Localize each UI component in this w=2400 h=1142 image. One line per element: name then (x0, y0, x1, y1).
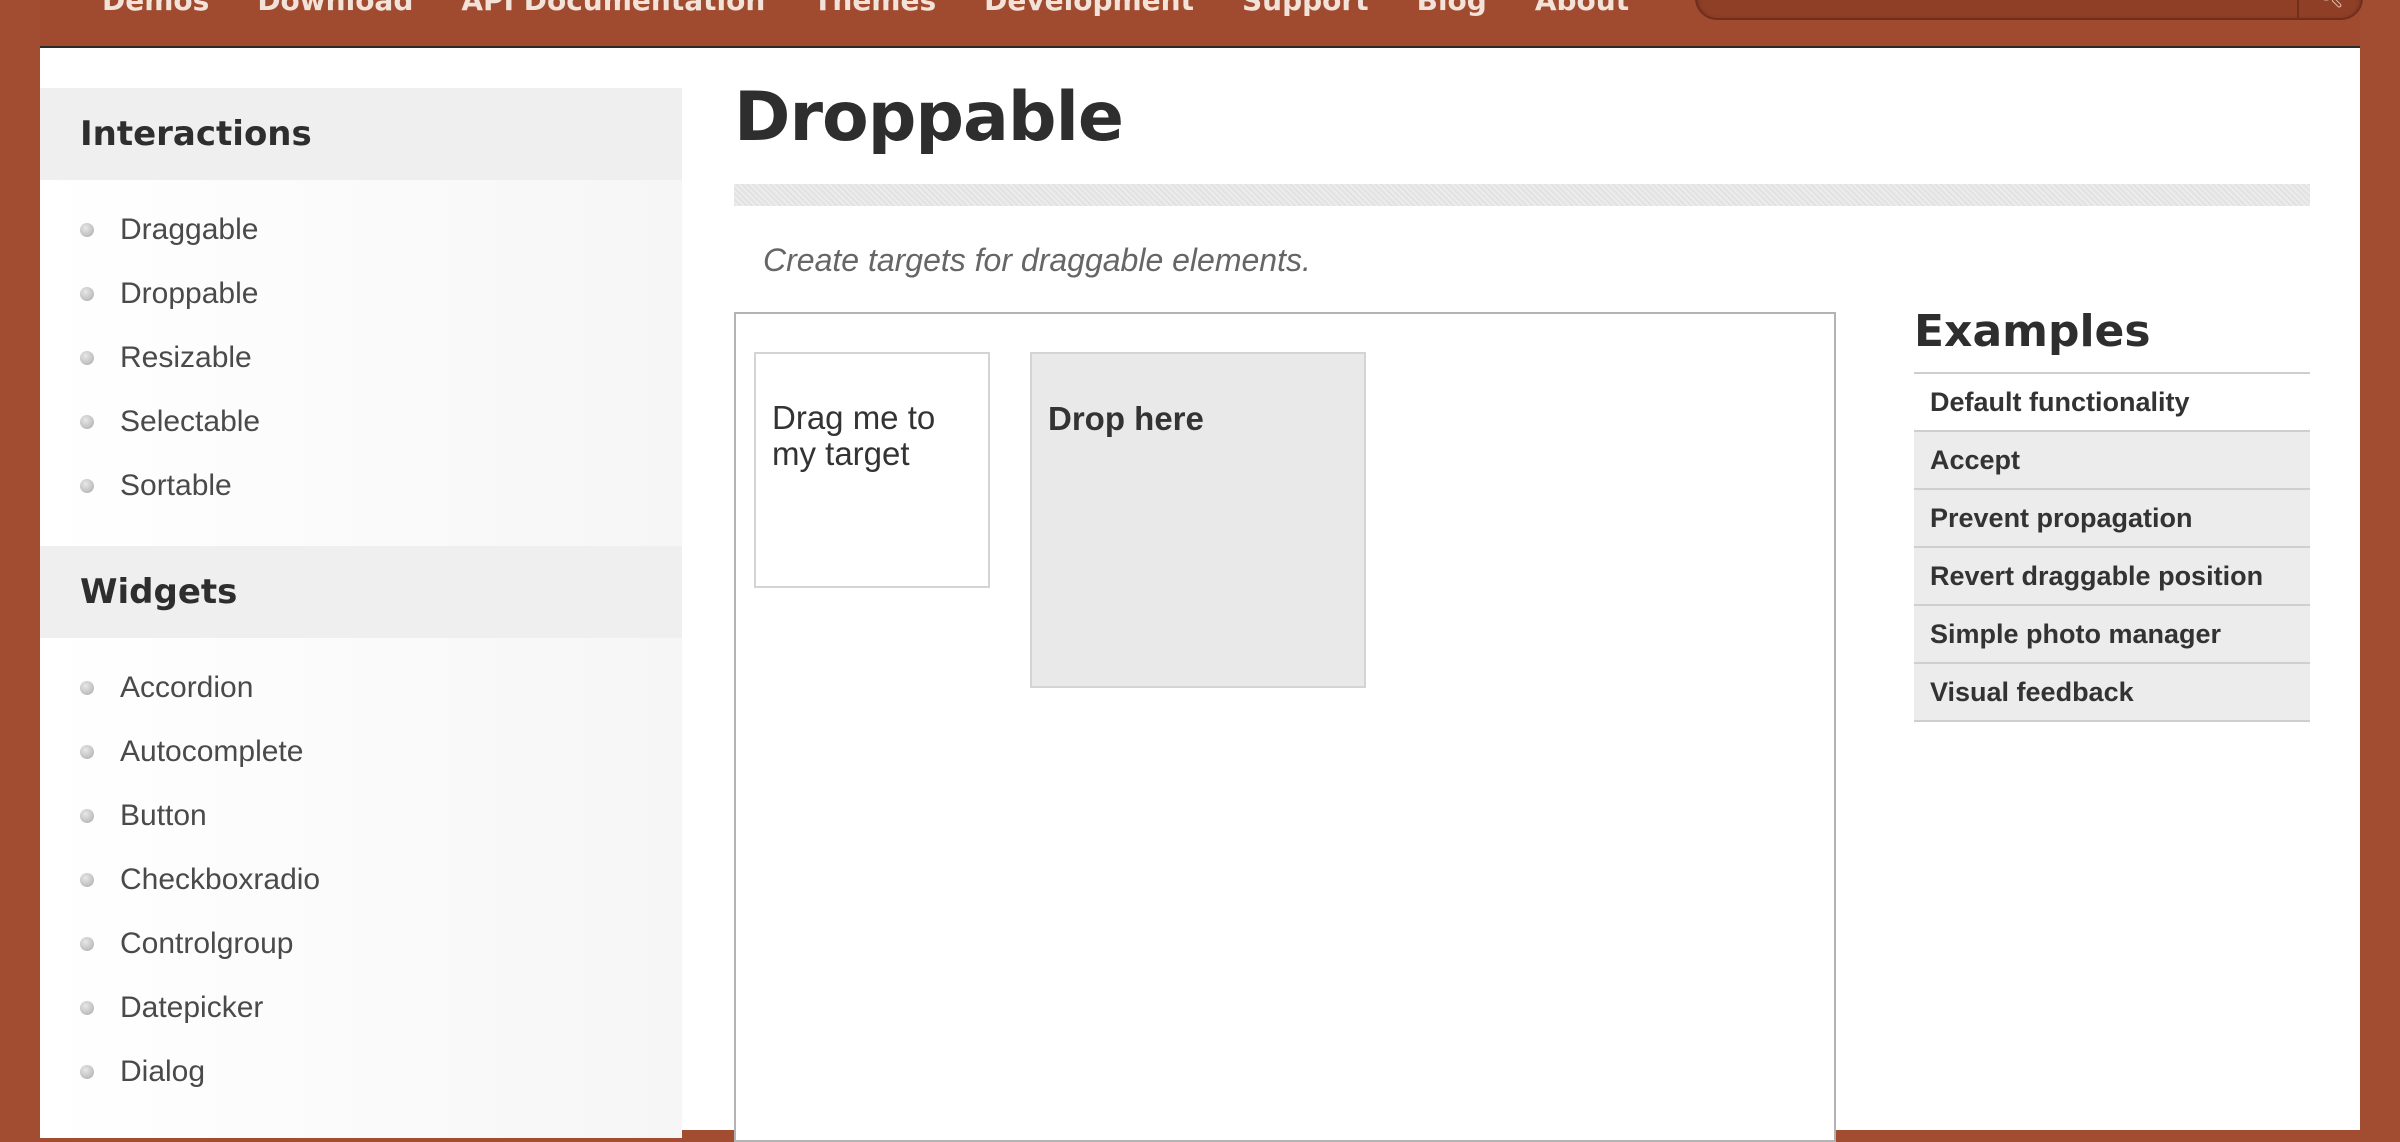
sidebar-item-dialog[interactable]: Dialog (40, 1040, 682, 1104)
sidebar-item-label[interactable]: Droppable (120, 277, 258, 311)
droppable-label: Drop here (1048, 400, 1204, 437)
search-button[interactable]: 🔍︎ (2297, 0, 2361, 18)
example-accept[interactable]: Accept (1914, 432, 2310, 490)
sidebar-item-autocomplete[interactable]: Autocomplete (40, 720, 682, 784)
sidebar-item-label[interactable]: Accordion (120, 671, 253, 705)
main-nav: Demos Download API Documentation Themes … (102, 0, 1629, 17)
example-simple-photo-manager[interactable]: Simple photo manager (1914, 606, 2310, 664)
search-input[interactable]: 🔍︎ (1695, 0, 2363, 20)
nav-about-link[interactable]: About (1535, 0, 1629, 17)
bullet-icon (80, 873, 94, 887)
sidebar-item-label[interactable]: Datepicker (120, 991, 263, 1025)
bullet-icon (80, 415, 94, 429)
sidebar-item-selectable[interactable]: Selectable (40, 390, 682, 454)
sidebar-item-label[interactable]: Draggable (120, 213, 258, 247)
sidebar: Interactions Draggable Droppable Resizab… (40, 88, 682, 1138)
example-default-functionality[interactable]: Default functionality (1914, 374, 2310, 432)
nav-blog-link[interactable]: Blog (1417, 0, 1487, 17)
sidebar-item-controlgroup[interactable]: Controlgroup (40, 912, 682, 976)
sidebar-item-label[interactable]: Sortable (120, 469, 232, 503)
sidebar-item-label[interactable]: Dialog (120, 1055, 205, 1089)
page-title: Droppable (734, 78, 1124, 157)
bullet-icon (80, 351, 94, 365)
examples-list: Default functionality Accept Prevent pro… (1914, 374, 2310, 722)
sidebar-heading-widgets: Widgets (40, 546, 682, 638)
examples-heading: Examples (1914, 304, 2310, 374)
example-revert-draggable-position[interactable]: Revert draggable position (1914, 548, 2310, 606)
nav-themes-link[interactable]: Themes (813, 0, 936, 17)
sidebar-list-widgets: Accordion Autocomplete Button Checkboxra… (40, 638, 682, 1132)
bullet-icon (80, 745, 94, 759)
sidebar-item-resizable[interactable]: Resizable (40, 326, 682, 390)
sidebar-item-label[interactable]: Resizable (120, 341, 252, 375)
sidebar-item-label[interactable]: Controlgroup (120, 927, 293, 961)
example-prevent-propagation[interactable]: Prevent propagation (1914, 490, 2310, 548)
sidebar-list-interactions: Draggable Droppable Resizable Selectable… (40, 180, 682, 546)
nav-api-documentation-link[interactable]: API Documentation (461, 0, 765, 17)
demo-frame: Drag me to my target Drop here (734, 312, 1836, 1142)
sidebar-item-label[interactable]: Selectable (120, 405, 260, 439)
nav-development-link[interactable]: Development (984, 0, 1194, 17)
bullet-icon (80, 223, 94, 237)
bullet-icon (80, 479, 94, 493)
page-container: Interactions Draggable Droppable Resizab… (40, 48, 2360, 1142)
nav-demos-link[interactable]: Demos (102, 0, 209, 17)
sidebar-item-droppable[interactable]: Droppable (40, 262, 682, 326)
sidebar-item-datepicker[interactable]: Datepicker (40, 976, 682, 1040)
top-navigation-bar: Demos Download API Documentation Themes … (40, 0, 2363, 48)
page-subtitle: Create targets for draggable elements. (763, 242, 1311, 278)
examples-panel: Examples Default functionality Accept Pr… (1914, 304, 2310, 722)
example-visual-feedback[interactable]: Visual feedback (1914, 664, 2310, 722)
droppable-target[interactable]: Drop here (1030, 352, 1366, 688)
sidebar-item-accordion[interactable]: Accordion (40, 656, 682, 720)
bullet-icon (80, 681, 94, 695)
bullet-icon (80, 937, 94, 951)
sidebar-item-button[interactable]: Button (40, 784, 682, 848)
sidebar-item-sortable[interactable]: Sortable (40, 454, 682, 518)
search-icon: 🔍︎ (2316, 0, 2344, 9)
sidebar-item-label[interactable]: Button (120, 799, 207, 833)
title-divider (734, 184, 2310, 206)
sidebar-item-label[interactable]: Checkboxradio (120, 863, 320, 897)
bullet-icon (80, 287, 94, 301)
sidebar-item-checkboxradio[interactable]: Checkboxradio (40, 848, 682, 912)
sidebar-item-label[interactable]: Autocomplete (120, 735, 303, 769)
bullet-icon (80, 1065, 94, 1079)
draggable-label: Drag me to my target (772, 399, 936, 473)
bullet-icon (80, 809, 94, 823)
sidebar-heading-interactions: Interactions (40, 88, 682, 180)
nav-download-link[interactable]: Download (257, 0, 413, 17)
sidebar-item-draggable[interactable]: Draggable (40, 198, 682, 262)
bullet-icon (80, 1001, 94, 1015)
draggable-box[interactable]: Drag me to my target (754, 352, 990, 588)
nav-support-link[interactable]: Support (1242, 0, 1369, 17)
